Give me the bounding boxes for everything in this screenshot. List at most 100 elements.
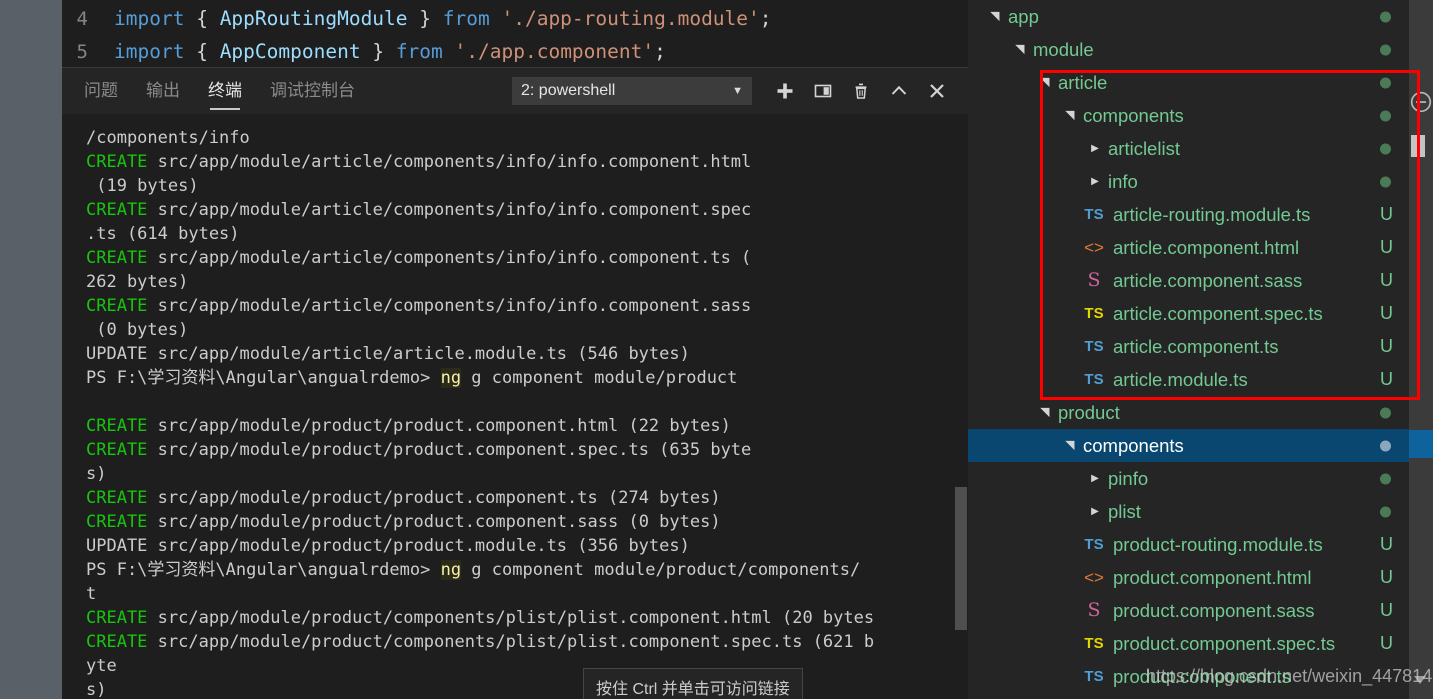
chevron-right-icon[interactable]	[1086, 165, 1104, 198]
terminal-token: src/app/module/product/product.component…	[147, 416, 731, 436]
terminal-token: CREATE	[86, 488, 148, 508]
code-token: AppComponent	[219, 40, 361, 63]
code-token: AppRoutingModule	[219, 7, 408, 30]
tree-row[interactable]: Sarticle.component.sass U	[968, 264, 1409, 297]
panel-tab-3[interactable]: 调试控制台	[270, 68, 355, 114]
chevron-right-icon[interactable]	[1086, 132, 1104, 165]
git-status-dot	[1380, 77, 1391, 88]
terminal-token: s)	[86, 680, 107, 699]
terminal-output[interactable]: /components/info CREATE src/app/module/ar…	[62, 114, 968, 699]
split-terminal-button[interactable]	[804, 73, 842, 109]
panel-tab-list: 问题 输出 终端 调试控制台	[62, 68, 383, 114]
terminal-token: g component module/product	[461, 368, 738, 388]
spects-file-icon: TS	[1084, 305, 1104, 322]
terminal-line: .ts (614 bytes)	[86, 222, 968, 246]
tree-row[interactable]: app	[968, 0, 1409, 33]
tree-row[interactable]: TS product-routing.module.ts U	[968, 528, 1409, 561]
vscode-window: 4 import { AppRoutingModule } from './app…	[0, 0, 1433, 699]
trash-icon	[855, 83, 867, 99]
link-hint-tooltip: 按住 Ctrl 并单击可访问链接	[583, 668, 803, 699]
close-icon	[930, 84, 944, 98]
tree-row[interactable]: TS product.component.ts	[968, 660, 1409, 693]
tree-row[interactable]: article	[968, 66, 1409, 99]
terminal-token: CREATE	[86, 200, 148, 220]
chevron-down-icon[interactable]	[986, 0, 1004, 33]
terminal-token: src/app/module/article/components/info/i…	[147, 248, 752, 268]
tree-row[interactable]: articlelist	[968, 132, 1409, 165]
git-status-badge: U	[1380, 204, 1393, 224]
terminal-token: src/app/module/product/product.component…	[147, 440, 752, 460]
chevron-right-icon[interactable]	[1086, 462, 1104, 495]
tree-row[interactable]: module	[968, 33, 1409, 66]
code-token: import	[114, 40, 185, 63]
panel-tab-0[interactable]: 问题	[84, 68, 118, 114]
terminal-scrollbar-thumb[interactable]	[955, 487, 967, 630]
chevron-down-icon[interactable]	[1036, 396, 1054, 429]
file-explorer-tree[interactable]: app module article components articlelist inf…	[968, 0, 1409, 699]
tree-row[interactable]: TS article-routing.module.ts U	[968, 198, 1409, 231]
terminal-line: CREATE src/app/module/article/components…	[86, 294, 968, 318]
terminal-token: CREATE	[86, 416, 148, 436]
tree-row[interactable]: components	[968, 429, 1409, 462]
chevron-down-icon[interactable]	[1036, 66, 1054, 99]
tree-row[interactable]: TS article.component.ts U	[968, 330, 1409, 363]
panel-tab-1[interactable]: 输出	[146, 68, 180, 114]
terminal-token: src/app/module/product/components/plist/…	[147, 632, 875, 652]
editor-minimap-rail[interactable]	[1409, 0, 1433, 699]
rail-caret-icon	[1414, 676, 1426, 684]
tree-row[interactable]: TS product.component.spec.ts U	[968, 627, 1409, 660]
terminal-line: CREATE src/app/module/product/product.co…	[86, 486, 968, 510]
panel-tab-2[interactable]: 终端	[208, 68, 242, 114]
chevron-down-icon[interactable]	[1061, 429, 1079, 462]
terminal-selector-dropdown[interactable]: 2: powershell ▼	[512, 77, 752, 105]
code-editor[interactable]: 4 import { AppRoutingModule } from './app…	[62, 0, 968, 68]
minimap-slider[interactable]	[1411, 135, 1425, 157]
tree-row-label: product.component.html	[1113, 567, 1312, 588]
line-number: 5	[76, 41, 88, 63]
new-terminal-button[interactable]	[766, 73, 804, 109]
tree-row[interactable]: product	[968, 396, 1409, 429]
ts-file-icon: TS	[1084, 338, 1104, 355]
chevron-right-icon[interactable]	[1086, 495, 1104, 528]
tree-row[interactable]: info	[968, 165, 1409, 198]
tree-row[interactable]: <> product.component.html U	[968, 561, 1409, 594]
tree-row[interactable]: plist	[968, 495, 1409, 528]
code-token: ;	[654, 40, 666, 63]
code-token: }	[407, 7, 443, 30]
tree-row[interactable]: TS article.module.ts U	[968, 363, 1409, 396]
tree-row-label: article.component.ts	[1113, 336, 1279, 357]
chevron-down-icon[interactable]	[1061, 99, 1079, 132]
terminal-token: CREATE	[86, 248, 148, 268]
tree-row[interactable]: pinfo	[968, 462, 1409, 495]
git-status-dot	[1380, 473, 1391, 484]
terminal-token: PS F:\学习资料\Angular\angualrdemo>	[86, 368, 441, 388]
collapse-all-icon[interactable]	[1407, 88, 1433, 116]
code-token: './app.component'	[454, 40, 655, 63]
kill-terminal-button[interactable]	[842, 73, 880, 109]
tree-row[interactable]: <> article.component.html U	[968, 231, 1409, 264]
terminal-token: src/app/module/article/components/info/i…	[147, 200, 752, 220]
terminal-token: 262 bytes)	[86, 272, 189, 292]
tree-row[interactable]: TS article.component.spec.ts U	[968, 297, 1409, 330]
tree-row-label: product.component.sass	[1113, 600, 1315, 621]
terminal-token: ng	[440, 560, 462, 580]
code-token: {	[184, 40, 220, 63]
git-status-dot	[1380, 440, 1391, 451]
terminal-token: yte	[86, 656, 117, 676]
tree-row-label: article.module.ts	[1113, 369, 1248, 390]
close-panel-button[interactable]	[918, 73, 956, 109]
code-token: import	[114, 7, 185, 30]
git-status-badge: U	[1380, 270, 1393, 290]
terminal-line: s)	[86, 462, 968, 486]
maximize-panel-button[interactable]	[880, 73, 918, 109]
ts-file-icon: TS	[1084, 371, 1104, 388]
ts-file-icon: TS	[1084, 668, 1104, 685]
terminal-token: s)	[86, 464, 107, 484]
tree-row-label: articlelist	[1108, 138, 1180, 159]
tree-row[interactable]: Sproduct.component.sass U	[968, 594, 1409, 627]
chevron-down-icon[interactable]	[1011, 33, 1029, 66]
git-status-badge: U	[1380, 303, 1393, 323]
tree-row[interactable]: components	[968, 99, 1409, 132]
